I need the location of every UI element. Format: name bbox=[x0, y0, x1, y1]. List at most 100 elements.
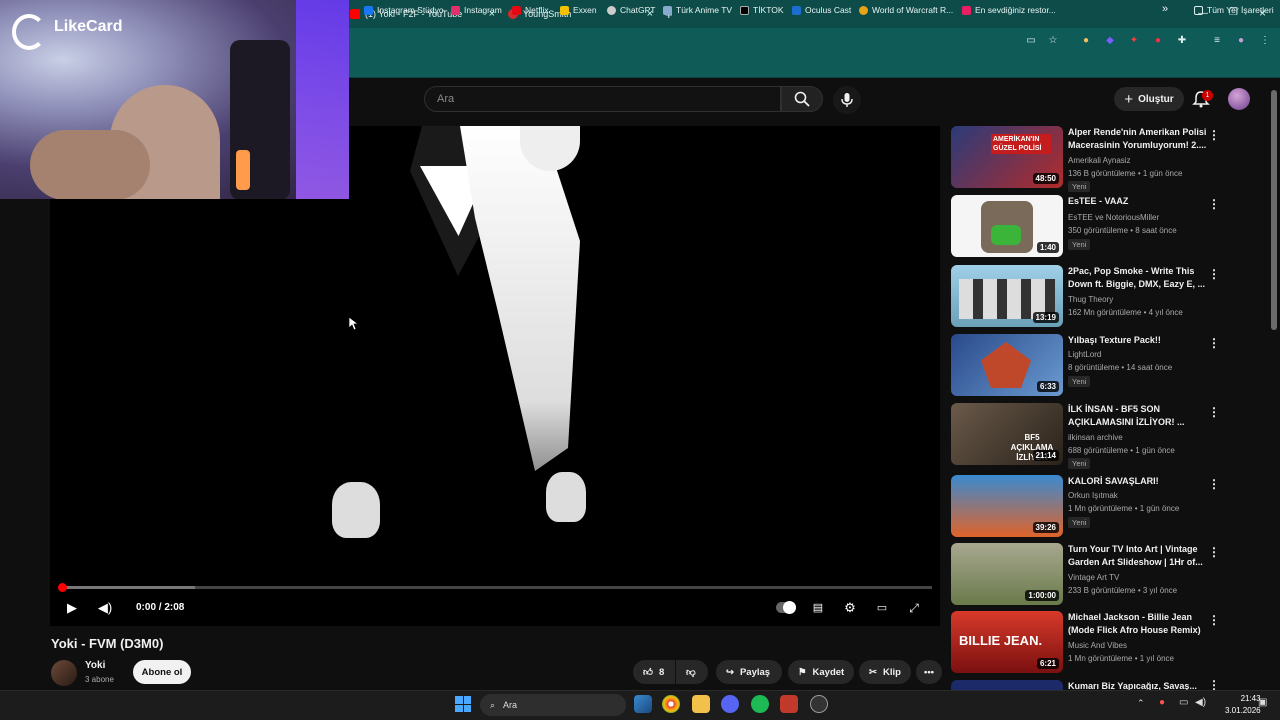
video-thumbnail[interactable] bbox=[951, 680, 1063, 690]
more-vert-icon[interactable]: ⋮ bbox=[1208, 613, 1220, 627]
share-button[interactable]: ↪ Paylaş bbox=[716, 660, 782, 684]
microphone-icon[interactable]: ● bbox=[1159, 697, 1165, 708]
extension-icon[interactable]: ● bbox=[1080, 35, 1092, 47]
autoplay-toggle[interactable] bbox=[776, 601, 796, 614]
more-vert-icon[interactable]: ⋮ bbox=[1208, 197, 1220, 211]
taskbar-search[interactable]: ⌕ Ara bbox=[480, 694, 626, 716]
extension-icon[interactable]: ◆ bbox=[1104, 35, 1116, 47]
video-title[interactable]: Kumarı Biz Yapıcağız, Savaş... bbox=[1068, 680, 1208, 690]
video-thumbnail[interactable]: 6:33 bbox=[951, 334, 1063, 396]
play-icon[interactable]: ▶ bbox=[64, 600, 80, 616]
recommended-video[interactable]: AMERİKAN'IN GÜZEL POLİSİ 48:50 Alper Ren… bbox=[951, 126, 1226, 192]
extension-icon[interactable]: ✦ bbox=[1128, 35, 1140, 47]
all-bookmarks[interactable]: Tüm Yer İşaretleri bbox=[1194, 5, 1274, 15]
channel-name[interactable]: Thug Theory bbox=[1068, 295, 1113, 304]
more-vert-icon[interactable]: ⋮ bbox=[1208, 680, 1220, 690]
taskbar-clock[interactable]: 21:43 3.01.2026 bbox=[1225, 693, 1261, 717]
bookmark-item[interactable]: Türk Anime TV bbox=[663, 5, 732, 15]
search-button[interactable] bbox=[781, 86, 823, 112]
bookmark-item[interactable]: Instagram bbox=[451, 5, 502, 15]
chevron-up-icon[interactable]: ⌃ bbox=[1137, 698, 1145, 709]
create-button[interactable]: + Oluştur bbox=[1114, 87, 1184, 111]
dislike-button[interactable]: 👎︎ bbox=[676, 660, 708, 684]
recommended-video[interactable]: 1:40 EsTEE - VAAZ EsTEE ve NotoriousMill… bbox=[951, 195, 1226, 257]
video-thumbnail[interactable]: 1:40 bbox=[951, 195, 1063, 257]
more-actions-button[interactable]: ••• bbox=[916, 660, 942, 684]
notification-icon[interactable]: ▣ bbox=[1258, 697, 1267, 708]
cast-icon[interactable]: ▭ bbox=[1025, 35, 1037, 47]
more-vert-icon[interactable]: ⋮ bbox=[1208, 477, 1220, 491]
bookmark-item[interactable]: Instagram Stüdyo bbox=[364, 5, 444, 15]
bookmarks-overflow-icon[interactable]: » bbox=[1162, 3, 1168, 15]
spotify-icon[interactable] bbox=[751, 695, 769, 713]
video-title[interactable]: Michael Jackson - Billie Jean (Mode Flic… bbox=[1068, 611, 1208, 637]
subscribe-button[interactable]: Abone ol bbox=[133, 660, 191, 684]
channel-name[interactable]: Amerikali Aynasiz bbox=[1068, 156, 1131, 165]
more-vert-icon[interactable]: ⋮ bbox=[1208, 128, 1220, 142]
media-icon[interactable]: ≡ bbox=[1211, 35, 1223, 47]
channel-avatar[interactable] bbox=[51, 660, 77, 686]
obs-icon[interactable] bbox=[810, 695, 828, 713]
channel-name[interactable]: Vintage Art TV bbox=[1068, 573, 1119, 582]
video-thumbnail[interactable]: 39:26 bbox=[951, 475, 1063, 537]
discord-icon[interactable] bbox=[721, 695, 739, 713]
recommended-video[interactable]: 13:19 2Pac, Pop Smoke - Write This Down … bbox=[951, 265, 1226, 327]
extension-icon[interactable]: ● bbox=[1152, 35, 1164, 47]
more-vert-icon[interactable]: ⋮ bbox=[1208, 336, 1220, 350]
user-avatar[interactable] bbox=[1228, 88, 1250, 110]
bookmark-item[interactable]: Exxen bbox=[560, 5, 597, 15]
chrome-icon[interactable] bbox=[662, 695, 680, 713]
recommended-video[interactable]: 39:26 KALORİ SAVAŞLARI! Orkun Işıtmak 1 … bbox=[951, 475, 1226, 537]
video-title[interactable]: Turn Your TV Into Art | Vintage Garden A… bbox=[1068, 543, 1208, 569]
video-thumbnail[interactable]: 13:19 bbox=[951, 265, 1063, 327]
like-button[interactable]: 👍︎ 8 bbox=[633, 660, 675, 684]
more-vert-icon[interactable]: ⋮ bbox=[1208, 545, 1220, 559]
menu-icon[interactable]: ⋮ bbox=[1259, 35, 1271, 47]
recommended-video[interactable]: BILLIE JEAN. 6:21 Michael Jackson - Bill… bbox=[951, 611, 1226, 673]
puzzle-icon[interactable]: ✚ bbox=[1176, 35, 1188, 47]
progress-scrubber[interactable] bbox=[58, 583, 67, 592]
network-icon[interactable]: ▭ bbox=[1179, 697, 1188, 708]
voice-search-button[interactable] bbox=[833, 86, 861, 114]
video-title[interactable]: Yılbaşı Texture Pack!! bbox=[1068, 334, 1208, 347]
video-title[interactable]: 2Pac, Pop Smoke - Write This Down ft. Bi… bbox=[1068, 265, 1208, 291]
speaker-icon[interactable]: ◀) bbox=[1195, 697, 1206, 708]
bookmark-item[interactable]: World of Warcraft R... bbox=[859, 5, 953, 15]
folder-icon[interactable] bbox=[692, 695, 710, 713]
video-title[interactable]: KALORİ SAVAŞLARI! bbox=[1068, 475, 1208, 488]
video-title[interactable]: Alper Rende'nin Amerikan Polisi Macerasi… bbox=[1068, 126, 1208, 152]
recommended-video[interactable]: 6:33 Yılbaşı Texture Pack!! LightLord 8 … bbox=[951, 334, 1226, 396]
search-input[interactable]: Ara bbox=[424, 86, 781, 112]
clip-button[interactable]: ✂ Klip bbox=[859, 660, 911, 684]
bookmark-item[interactable]: ChatGPT bbox=[607, 5, 655, 15]
video-title[interactable]: EsTEE - VAAZ bbox=[1068, 195, 1208, 208]
channel-name[interactable]: LightLord bbox=[1068, 350, 1101, 359]
recommended-video[interactable]: 1:00:00 Turn Your TV Into Art | Vintage … bbox=[951, 543, 1226, 605]
channel-name[interactable]: EsTEE ve NotoriousMiller bbox=[1068, 213, 1159, 222]
recommended-video[interactable]: Kumarı Biz Yapıcağız, Savaş... ⋮ bbox=[951, 680, 1226, 690]
channel-name[interactable]: Orkun Işıtmak bbox=[1068, 491, 1118, 500]
save-button[interactable]: ⚑ Kaydet bbox=[788, 660, 854, 684]
bookmark-item[interactable]: En sevdiğiniz restor... bbox=[962, 5, 1056, 15]
video-thumbnail[interactable]: BILLIE JEAN. 6:21 bbox=[951, 611, 1063, 673]
recommended-video[interactable]: BF5 AÇIKLAMA İZLİYOR 21:14 İLK İNSAN - B… bbox=[951, 403, 1226, 469]
bookmark-item[interactable]: Oculus Cast bbox=[792, 5, 851, 15]
video-thumbnail[interactable]: 1:00:00 bbox=[951, 543, 1063, 605]
windows-start-icon[interactable] bbox=[455, 696, 471, 712]
theater-mode-icon[interactable]: ▭ bbox=[874, 600, 890, 616]
video-player[interactable] bbox=[50, 126, 940, 626]
volume-icon[interactable]: ◀) bbox=[97, 600, 113, 616]
channel-name[interactable]: Music And Vibes bbox=[1068, 641, 1127, 650]
more-vert-icon[interactable]: ⋮ bbox=[1208, 405, 1220, 419]
video-thumbnail[interactable]: BF5 AÇIKLAMA İZLİYOR 21:14 bbox=[951, 403, 1063, 465]
bookmark-item[interactable]: Netflix bbox=[512, 5, 549, 15]
settings-icon[interactable]: ⚙ bbox=[842, 600, 858, 616]
scrollbar[interactable] bbox=[1271, 90, 1277, 330]
app-icon[interactable] bbox=[634, 695, 652, 713]
profile-icon[interactable]: ● bbox=[1235, 35, 1247, 47]
fullscreen-icon[interactable]: ⤢ bbox=[906, 600, 922, 616]
subtitles-icon[interactable]: ▤ bbox=[810, 600, 826, 616]
more-vert-icon[interactable]: ⋮ bbox=[1208, 267, 1220, 281]
app-icon[interactable] bbox=[780, 695, 798, 713]
video-title[interactable]: İLK İNSAN - BF5 SON AÇIKLAMASINI İZLİYOR… bbox=[1068, 403, 1208, 429]
